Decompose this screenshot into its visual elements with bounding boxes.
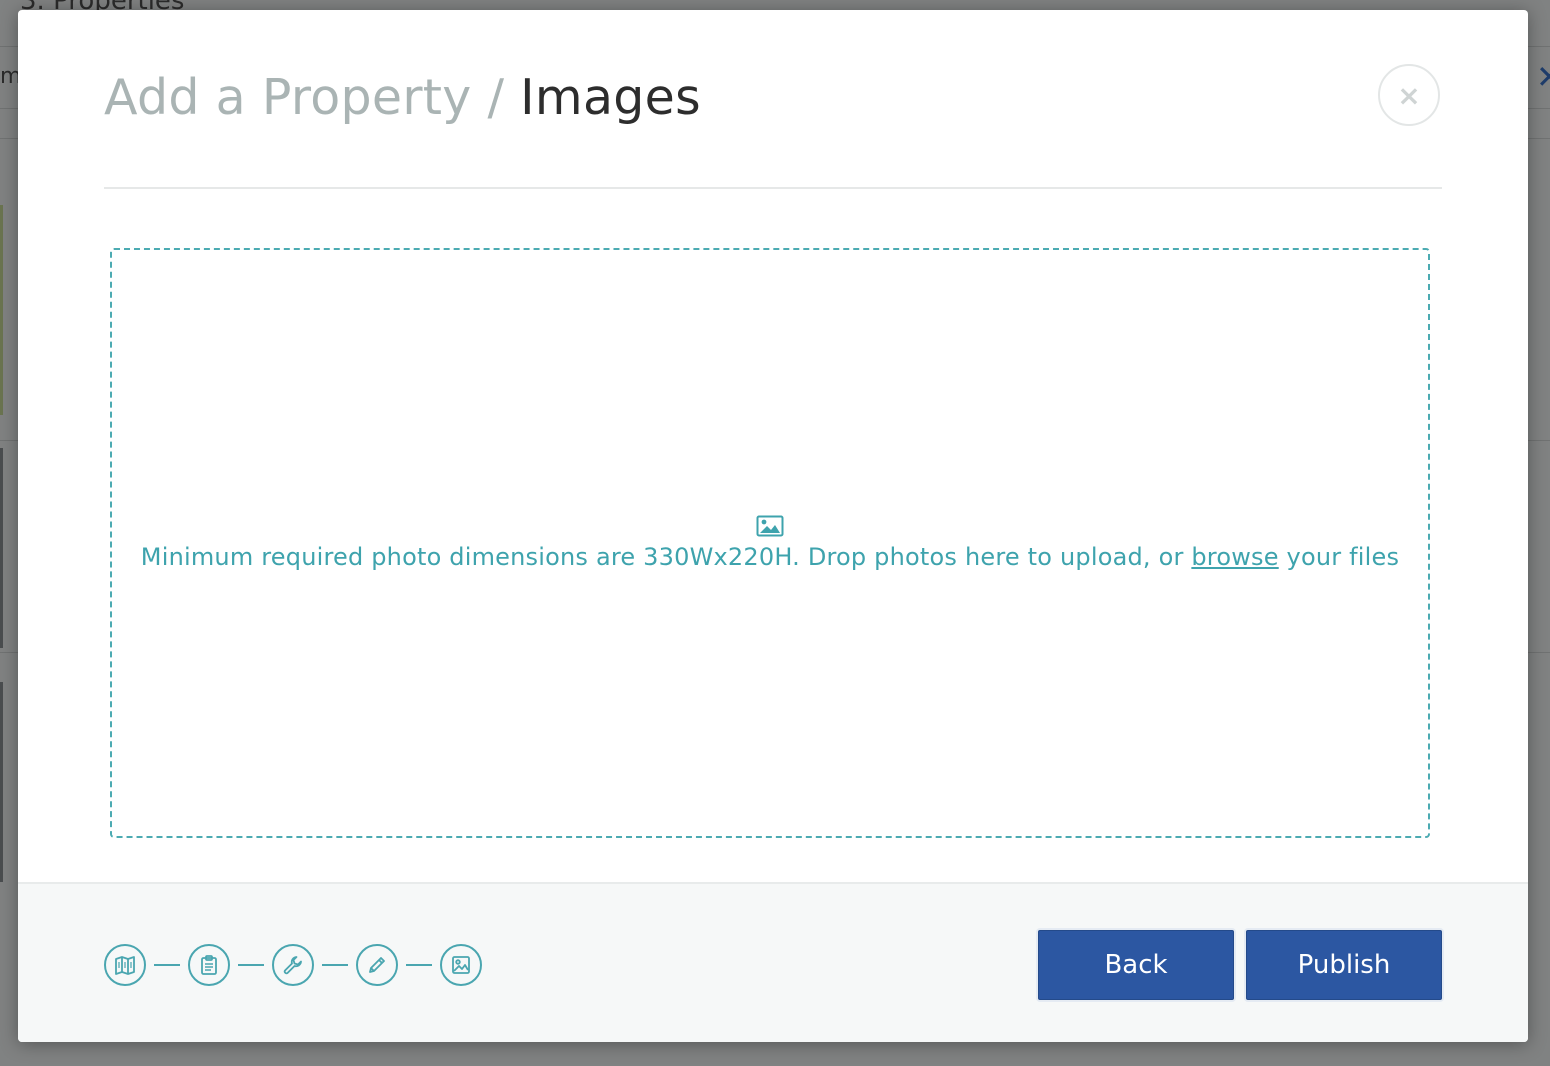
clipboard-icon <box>201 955 217 975</box>
publish-button[interactable]: Publish <box>1246 930 1442 1000</box>
step-images[interactable] <box>440 944 482 986</box>
breadcrumb-parent: Add a Property / <box>104 69 505 126</box>
background-close-icon: ✕ <box>1536 58 1550 96</box>
step-location[interactable] <box>104 944 146 986</box>
header-divider <box>104 187 1442 189</box>
close-icon: × <box>1397 78 1421 112</box>
modal-footer: Back Publish <box>18 882 1528 1042</box>
breadcrumb-current: Images <box>520 69 701 126</box>
background-thumbnail <box>0 682 3 882</box>
step-connector <box>406 964 432 966</box>
modal-title: Add a Property / Images <box>104 68 701 128</box>
pencil-icon <box>369 957 385 973</box>
dropzone-text-before: Minimum required photo dimensions are 33… <box>140 543 1192 571</box>
dropzone-text-after: your files <box>1278 543 1400 571</box>
step-amenities[interactable] <box>272 944 314 986</box>
close-button[interactable]: × <box>1378 64 1440 126</box>
background-thumbnail <box>0 448 3 648</box>
step-connector <box>238 964 264 966</box>
back-button[interactable]: Back <box>1038 930 1234 1000</box>
step-connector <box>322 964 348 966</box>
photo-dropzone[interactable]: Minimum required photo dimensions are 33… <box>110 248 1430 838</box>
step-details[interactable] <box>188 944 230 986</box>
step-connector <box>154 964 180 966</box>
add-property-modal: Add a Property / Images × Minimum requir… <box>18 10 1528 1042</box>
dropzone-instructions: Minimum required photo dimensions are 33… <box>141 543 1399 571</box>
background-thumbnail <box>0 205 3 415</box>
step-indicator <box>104 944 482 986</box>
wrench-icon <box>283 956 302 975</box>
image-icon <box>452 956 470 974</box>
map-icon <box>115 956 135 975</box>
step-description[interactable] <box>356 944 398 986</box>
image-icon <box>756 515 784 537</box>
browse-link[interactable]: browse <box>1191 543 1278 571</box>
